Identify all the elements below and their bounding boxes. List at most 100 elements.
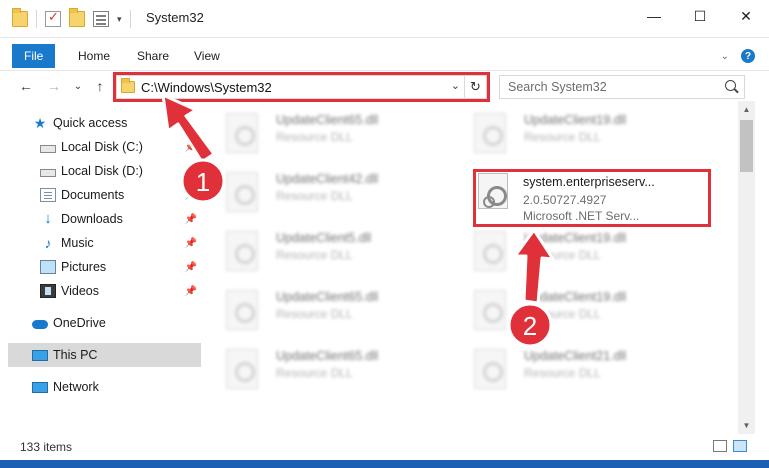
scroll-down-icon[interactable]: ▼ xyxy=(738,417,755,434)
sidebar-item-documents[interactable]: Documents 📌 xyxy=(8,183,201,207)
dll-file-icon xyxy=(474,231,506,271)
list-item[interactable]: UpdateClient65.dll Resource DLL xyxy=(204,337,444,393)
gear-file-icon xyxy=(478,173,508,209)
dll-file-icon xyxy=(474,349,506,389)
quick-access-toolbar: ▾ xyxy=(12,8,131,28)
disk-icon xyxy=(40,144,56,153)
dll-file-icon xyxy=(226,231,258,271)
documents-icon xyxy=(40,188,56,202)
tiles-view-icon[interactable] xyxy=(733,440,747,452)
search-box[interactable] xyxy=(499,75,745,99)
list-item[interactable]: UpdateClient42.dll Resource DLL xyxy=(204,160,444,216)
sidebar-item-pictures[interactable]: Pictures 📌 xyxy=(8,255,201,279)
sidebar-item-label: Downloads xyxy=(61,212,123,226)
details-view-icon[interactable] xyxy=(713,440,727,452)
sidebar-item-this-pc[interactable]: This PC xyxy=(8,343,201,367)
sidebar-item-downloads[interactable]: ↓ Downloads 📌 xyxy=(8,207,201,231)
address-bar[interactable]: C:\Windows\System32 ⌄ ↻ xyxy=(116,75,487,99)
list-item[interactable]: UpdateClient21.dll Resource DLL xyxy=(452,337,692,393)
disk-icon xyxy=(40,168,56,177)
sidebar-item-label: Network xyxy=(53,380,99,394)
file-name: UpdateClient65.dll xyxy=(276,349,379,363)
system-enterpriseservices-dll-item[interactable]: system.enterpriseserv... 2.0.50727.4927 … xyxy=(476,169,709,231)
status-bar: 133 items xyxy=(0,434,769,460)
navigation-bar: ← → ⌄ ↑ C:\Windows\System32 ⌄ ↻ xyxy=(0,72,769,100)
list-item[interactable]: UpdateClient19.dll Resource DLL xyxy=(452,278,692,334)
folder-icon[interactable] xyxy=(12,8,28,27)
sidebar-item-label: Local Disk (C:) xyxy=(61,140,143,154)
expand-ribbon-icon[interactable]: ⌄ xyxy=(721,51,729,62)
title-bar: ▾ System32 — ☐ ✕ xyxy=(0,0,769,38)
this-pc-icon xyxy=(32,349,48,361)
refresh-button[interactable]: ↻ xyxy=(464,76,486,98)
minimize-button[interactable]: — xyxy=(631,0,677,32)
sidebar-item-onedrive[interactable]: OneDrive xyxy=(8,311,201,335)
pin-icon[interactable]: 📌 xyxy=(185,190,197,201)
search-icon[interactable] xyxy=(725,80,736,91)
address-path[interactable]: C:\Windows\System32 xyxy=(141,80,272,95)
sidebar-item-network[interactable]: Network xyxy=(8,375,201,399)
vertical-scrollbar[interactable]: ▲ ▼ xyxy=(738,101,755,434)
toolbar-dropdown-icon[interactable]: ▾ xyxy=(117,14,122,25)
dll-file-icon xyxy=(226,349,258,389)
tab-share[interactable]: Share xyxy=(127,45,179,67)
maximize-button[interactable]: ☐ xyxy=(677,0,723,32)
list-item[interactable]: UpdateClient65.dll Resource DLL xyxy=(204,278,444,334)
sidebar-item-videos[interactable]: Videos 📌 xyxy=(8,279,201,303)
back-button[interactable]: ← xyxy=(16,76,36,96)
tab-home[interactable]: Home xyxy=(68,45,120,67)
pin-icon[interactable]: 📌 xyxy=(185,262,197,273)
downloads-icon: ↓ xyxy=(44,210,52,227)
scroll-thumb[interactable] xyxy=(740,120,753,172)
new-folder-icon[interactable] xyxy=(69,8,85,27)
list-item[interactable]: UpdateClient65.dll Resource DLL xyxy=(204,101,444,157)
file-name: UpdateClient5.dll xyxy=(276,231,372,245)
sidebar-item-quick-access[interactable]: ★ Quick access xyxy=(8,111,201,135)
tab-file[interactable]: File xyxy=(12,44,56,68)
pin-icon[interactable]: 📌 xyxy=(185,142,197,153)
window-title: System32 xyxy=(146,10,204,25)
sidebar-item-local-disk-d[interactable]: Local Disk (D:) xyxy=(8,159,201,183)
file-name: UpdateClient19.dll xyxy=(524,113,627,127)
pin-icon[interactable]: 📌 xyxy=(185,286,197,297)
file-name: UpdateClient65.dll xyxy=(276,290,379,304)
sidebar-item-label: OneDrive xyxy=(53,316,106,330)
help-icon[interactable]: ? xyxy=(741,49,755,63)
customize-toolbar-icon[interactable] xyxy=(93,11,109,27)
file-name: UpdateClient19.dll xyxy=(524,290,627,304)
window-bottom-edge xyxy=(0,460,769,468)
tab-view[interactable]: View xyxy=(184,45,230,67)
sidebar-item-music[interactable]: ♪ Music 📌 xyxy=(8,231,201,255)
sidebar-item-label: Documents xyxy=(61,188,125,202)
list-item[interactable]: UpdateClient5.dll Resource DLL xyxy=(204,219,444,275)
item-count: 133 items xyxy=(20,440,73,454)
ribbon: File Home Share View ⌄ ? xyxy=(0,41,769,71)
sidebar-item-label: Local Disk (D:) xyxy=(61,164,143,178)
file-company: Microsoft .NET Serv... xyxy=(523,209,640,223)
music-icon: ♪ xyxy=(44,235,52,251)
close-button[interactable]: ✕ xyxy=(723,0,769,32)
address-dropdown-icon[interactable]: ⌄ xyxy=(451,79,460,92)
file-name: UpdateClient21.dll xyxy=(524,349,627,363)
recent-locations-button[interactable]: ⌄ xyxy=(68,76,88,96)
file-name: UpdateClient65.dll xyxy=(276,113,379,127)
sidebar-item-label: Pictures xyxy=(61,260,107,274)
forward-button[interactable]: → xyxy=(44,76,64,96)
pin-icon[interactable]: 📌 xyxy=(185,238,197,249)
file-type: Resource DLL xyxy=(276,366,353,380)
sidebar-item-label: Videos xyxy=(61,284,99,298)
sidebar-item-label: Quick access xyxy=(53,116,128,130)
sidebar-item-local-disk-c[interactable]: Local Disk (C:) 📌 xyxy=(8,135,201,159)
file-name: UpdateClient19.dll xyxy=(524,231,627,245)
file-type: Resource DLL xyxy=(524,366,601,380)
properties-check-icon[interactable] xyxy=(45,9,61,27)
pin-icon[interactable]: 📌 xyxy=(185,214,197,225)
toolbar-divider xyxy=(36,10,37,28)
list-item[interactable]: UpdateClient19.dll Resource DLL xyxy=(452,101,692,157)
pictures-icon xyxy=(40,260,56,274)
dll-file-icon xyxy=(474,290,506,330)
search-input[interactable] xyxy=(508,79,708,95)
toolbar-divider xyxy=(129,10,131,28)
scroll-up-icon[interactable]: ▲ xyxy=(738,101,755,118)
up-button[interactable]: ↑ xyxy=(90,76,110,96)
